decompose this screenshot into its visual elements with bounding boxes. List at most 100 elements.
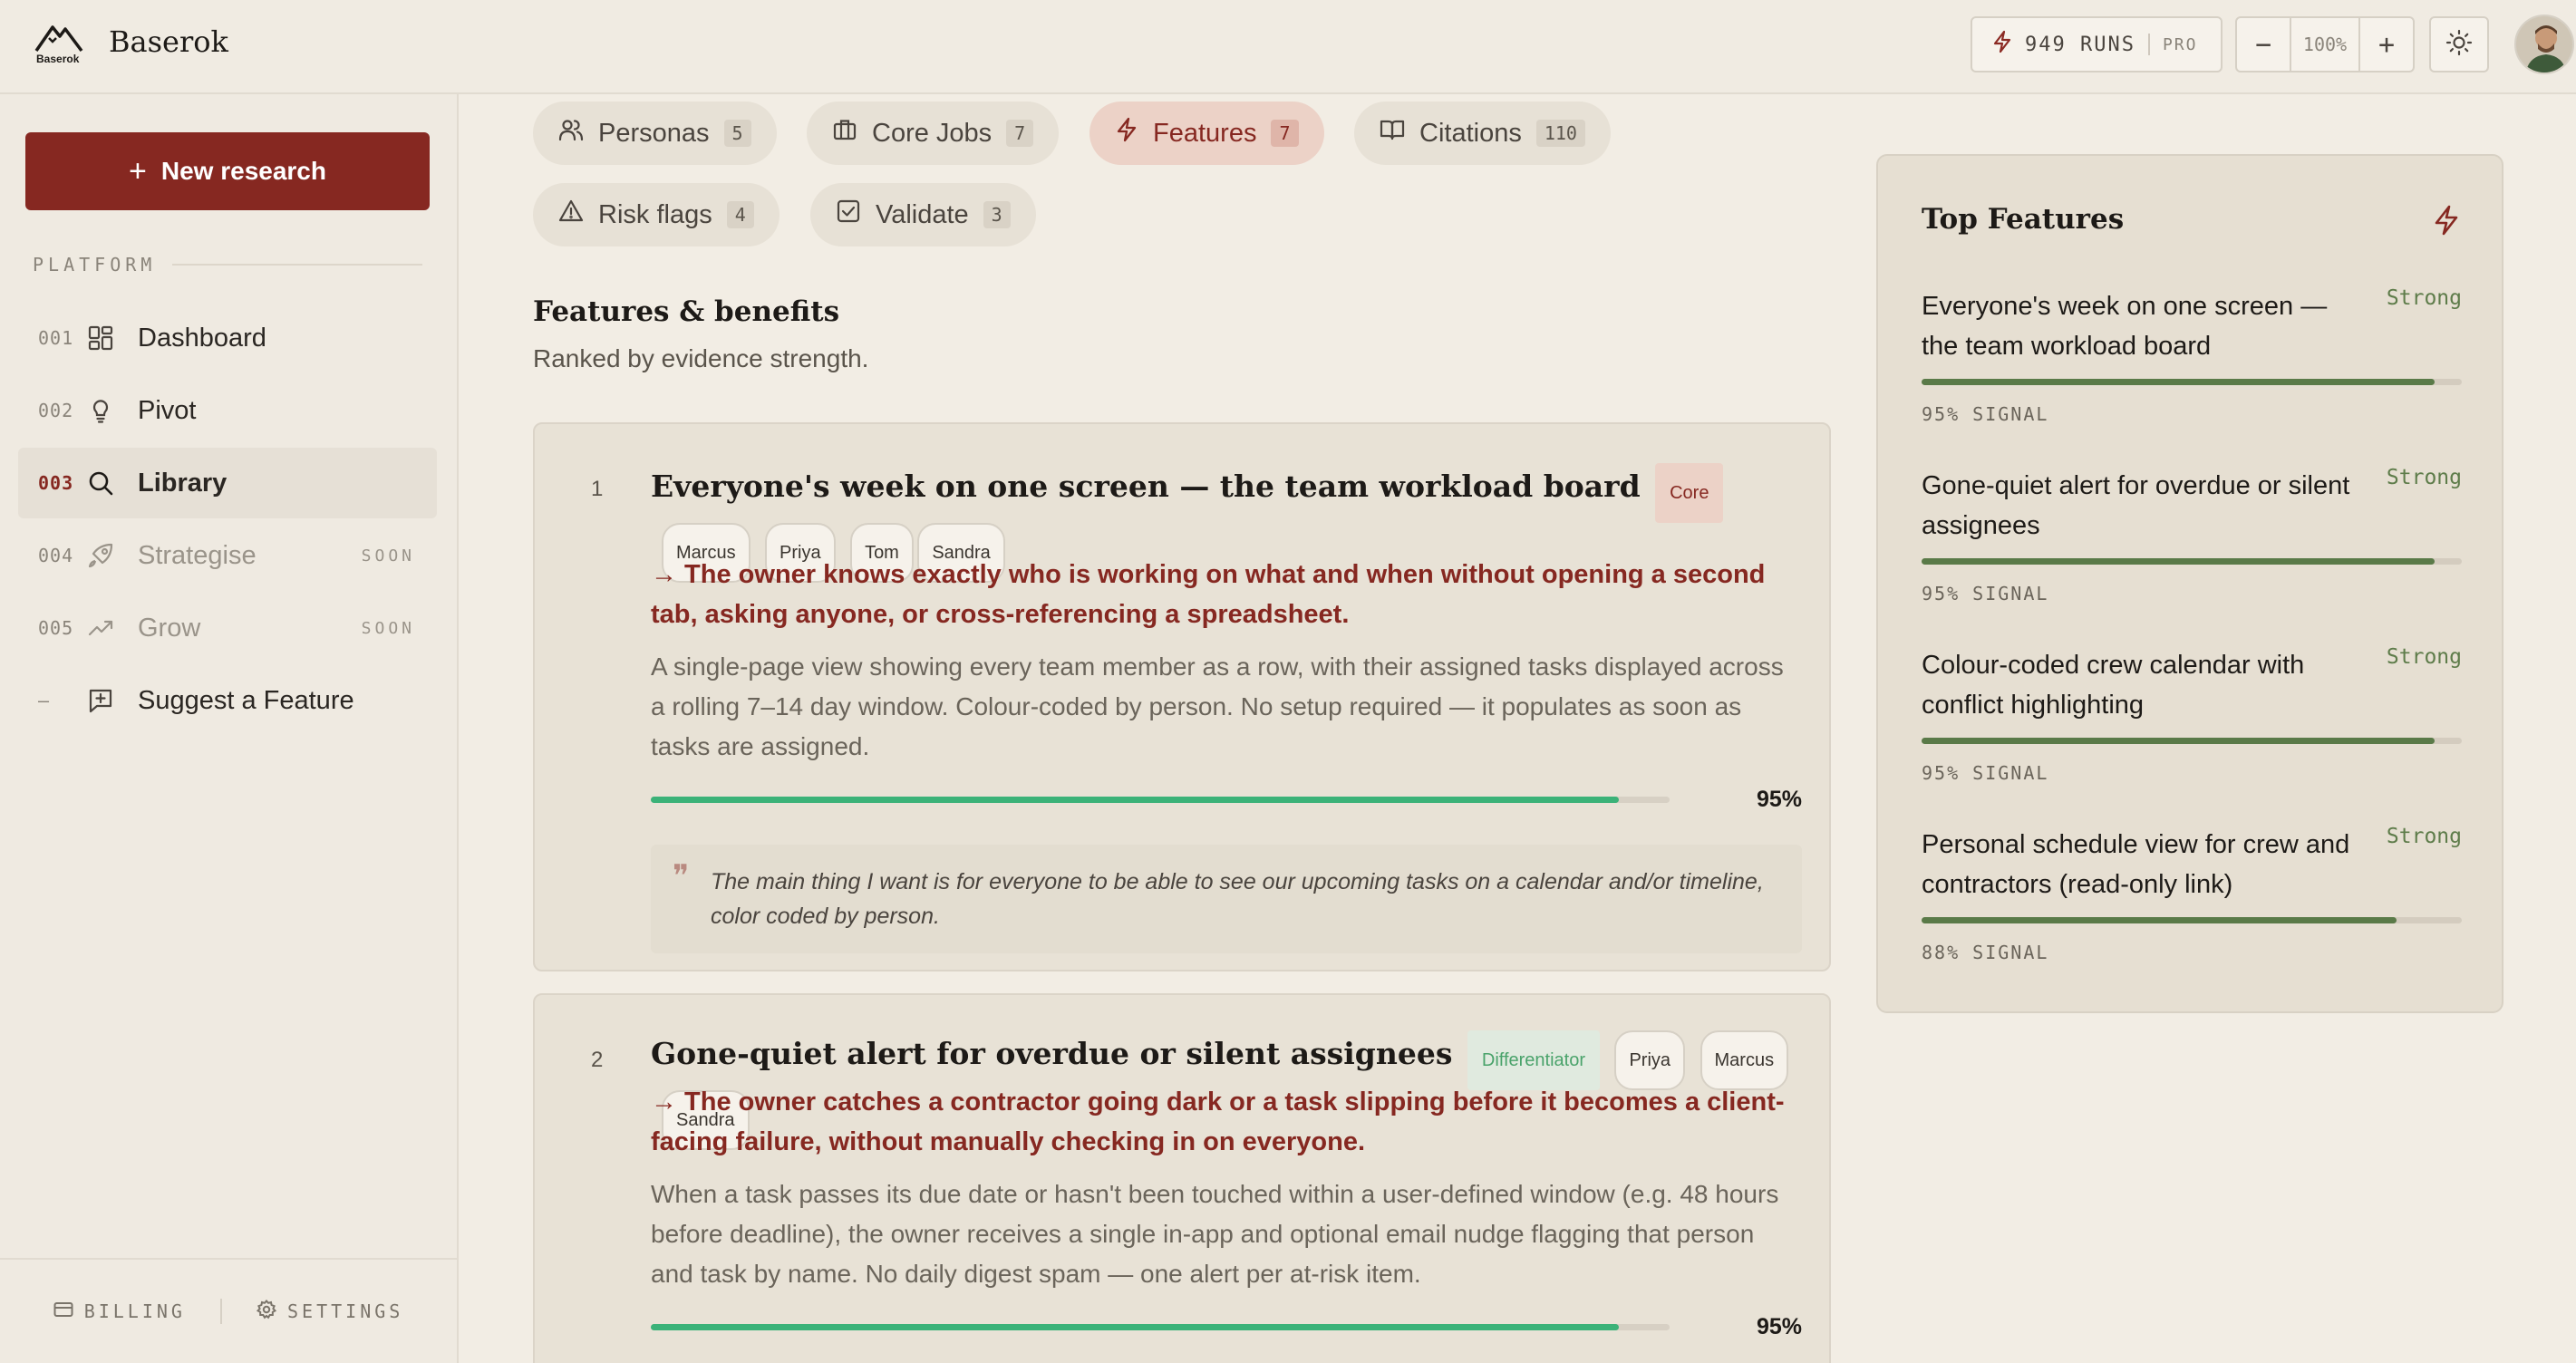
feature-benefit: → The owner knows exactly who is working… [651,560,1766,629]
quote-text: The main thing I want is for everyone to… [711,869,1764,929]
top-feature-item[interactable]: Personal schedule view for crew and cont… [1922,825,2462,963]
evidence-strength: 95% [651,1314,1802,1340]
sidebar-item-pivot[interactable]: 002 Pivot [18,375,437,446]
rocket-icon [87,542,138,569]
tab-citations[interactable]: Citations 110 [1354,102,1611,165]
evidence-strength: 95% [651,787,1802,813]
feature-card[interactable]: 2 Gone-quiet alert for overdue or silent… [533,993,1831,1363]
feature-rank: 1 [591,477,604,501]
bolt-icon [1992,30,2012,60]
sidebar-item-label: Dashboard [138,323,266,353]
top-feature-item[interactable]: Colour-coded crew calendar with conflict… [1922,645,2462,784]
signal-label: 95% SIGNAL [1922,583,2049,604]
evidence-bar [651,1324,1670,1330]
evidence-percent: 95% [1756,787,1802,812]
sidebar-item-suggest-feature[interactable]: – Suggest a Feature [18,665,437,736]
plus-icon: + [129,153,147,188]
users-icon [558,117,584,150]
tab-label: Risk flags [598,199,712,229]
new-research-button[interactable]: + New research [25,132,430,210]
strength-label: Strong [2386,286,2462,310]
divider [2147,34,2150,55]
top-features-panel: Top Features Everyone's week on one scre… [1876,154,2503,1013]
evidence-bar [651,797,1670,803]
avatar[interactable] [2514,14,2574,74]
page-title: Features & benefits [533,295,840,328]
tab-label: Citations [1419,118,1522,148]
sidebar-item-dashboard[interactable]: 001 Dashboard [18,303,437,373]
evidence-percent: 95% [1756,1314,1802,1339]
settings-button[interactable]: SETTINGS [256,1299,403,1324]
top-feature-name: Personal schedule view for crew and cont… [1922,830,2350,899]
evidence-bar-fill [651,797,1619,803]
nav-number: 002 [38,400,74,421]
divider [172,264,422,266]
tab-personas[interactable]: Personas 5 [533,102,777,165]
zoom-out-button[interactable]: − [2237,18,2290,71]
signal-bar-fill [1922,558,2436,565]
trending-up-icon [87,614,138,642]
nav-number: 004 [38,545,74,566]
brand-logo-text: Baserok [36,53,80,65]
plan-label: PRO [2162,34,2198,54]
gear-icon [256,1299,277,1324]
nav-number: 005 [38,617,74,639]
feature-title: Gone-quiet alert for overdue or silent a… [651,1036,1453,1071]
runs-label: 949 RUNS [2025,33,2135,56]
tab-count-badge: 3 [983,201,1011,228]
signal-bar [1922,917,2462,923]
soon-badge: SOON [361,618,415,638]
top-feature-item[interactable]: Gone-quiet alert for overdue or silent a… [1922,466,2462,604]
billing-button[interactable]: BILLING [53,1300,186,1322]
tab-label: Validate [876,199,969,229]
sidebar-item-strategise[interactable]: 004 Strategise SOON [18,520,437,591]
tab-count-badge: 5 [723,120,751,147]
evidence-bar-fill [651,1324,1619,1330]
billing-label: BILLING [83,1300,186,1322]
sun-icon [2445,29,2473,61]
mountain-logo-icon: Baserok [33,18,87,65]
sidebar-item-label: Suggest a Feature [138,685,354,715]
strength-label: Strong [2386,825,2462,848]
sidebar-item-label: Grow [138,613,201,643]
category-badge: Core [1655,462,1724,523]
strength-label: Strong [2386,645,2462,669]
sidebar-item-label: Strategise [138,540,257,570]
persona-tag[interactable]: Marcus [1700,1030,1789,1090]
nav-number: 001 [38,327,74,349]
panel-title: Top Features [1922,203,2125,236]
tab-validate[interactable]: Validate 3 [810,183,1036,246]
sidebar-item-grow[interactable]: 005 Grow SOON [18,593,437,663]
signal-bar-fill [1922,917,2397,923]
sidebar-item-library[interactable]: 003 Library [18,448,437,518]
tab-core-jobs[interactable]: Core Jobs 7 [807,102,1060,165]
strength-label: Strong [2386,466,2462,489]
lightbulb-icon [87,397,138,424]
category-badge: Differentiator [1467,1030,1601,1090]
zoom-level: 100% [2290,18,2360,71]
tab-count-badge: 110 [1535,120,1585,147]
brand[interactable]: Baserok Baserok [33,18,228,65]
tab-count-badge: 7 [1271,120,1299,147]
nav-number: 003 [38,472,74,494]
persona-tag[interactable]: Priya [1614,1030,1686,1090]
theme-toggle-button[interactable] [2429,16,2489,72]
runs-counter[interactable]: 949 RUNS PRO [1971,16,2223,72]
feature-description: When a task passes its due date or hasn'… [651,1180,1779,1288]
zoom-in-button[interactable]: + [2360,18,2413,71]
signal-bar [1922,558,2462,565]
quote-icon: ❞ [673,858,690,894]
signal-label: 95% SIGNAL [1922,762,2049,784]
top-feature-item[interactable]: Everyone's week on one screen — the team… [1922,286,2462,425]
tab-risk-flags[interactable]: Risk flags 4 [533,183,780,246]
evidence-quote: ❞ The main thing I want is for everyone … [651,845,1802,953]
sidebar-item-label: Pivot [138,395,197,425]
soon-badge: SOON [361,546,415,566]
feature-rank: 2 [591,1048,604,1072]
feature-card[interactable]: 1 Everyone's week on one screen — the te… [533,422,1831,972]
page-subtitle: Ranked by evidence strength. [533,344,869,372]
search-icon [87,469,138,497]
signal-label: 88% SIGNAL [1922,942,2049,963]
tab-features[interactable]: Features 7 [1089,102,1324,165]
feature-benefit: → The owner catches a contractor going d… [651,1088,1785,1156]
